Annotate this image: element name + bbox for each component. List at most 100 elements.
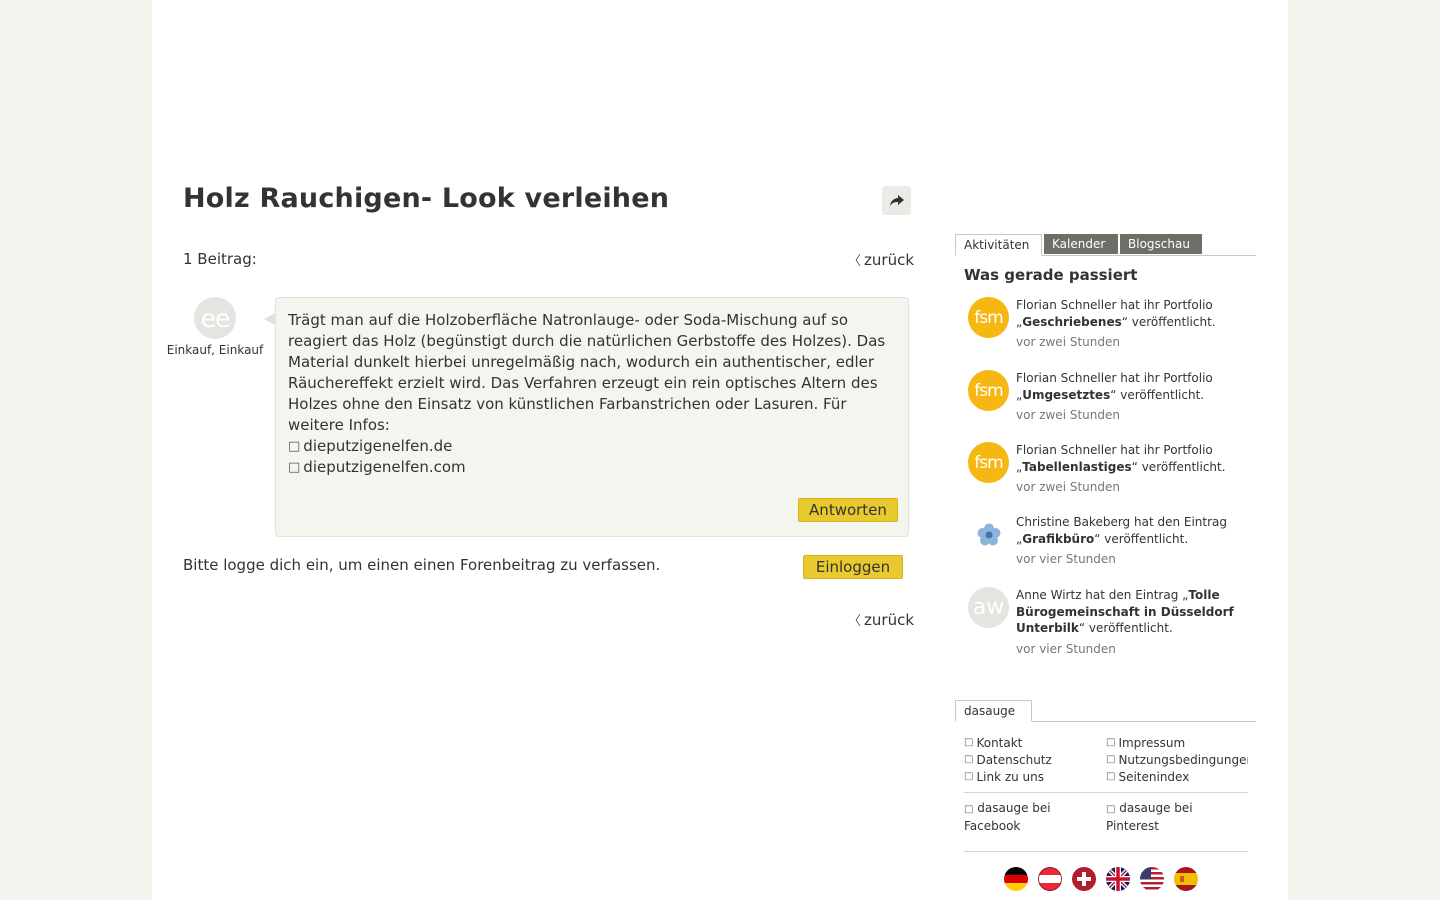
activity-time: vor vier Stunden [1016, 552, 1116, 566]
footer-link-label: Kontakt [976, 735, 1023, 750]
fsm-logo-icon: fsm [974, 307, 1003, 328]
activity-item: fsm Florian Schneller hat ihr Portfolio … [968, 297, 1258, 357]
footer-link-nutzungsbedingungen[interactable]: □ Nutzungsbedingungen [1106, 751, 1248, 768]
divider [964, 792, 1248, 793]
page: Holz Rauchigen- Look verleihen 1 Beitrag… [152, 0, 1288, 900]
flag-germany-icon[interactable] [1004, 867, 1028, 891]
back-arrow-icon: 〈 [848, 614, 862, 629]
reply-button[interactable]: Antworten [798, 498, 898, 522]
activity-text: Anne Wirtz hat den Eintrag „Tolle Büroge… [1016, 587, 1252, 657]
pinterest-link-label: dasauge bei Pinterest [1106, 801, 1193, 833]
facebook-link[interactable]: □ dasauge bei Facebook [964, 800, 1099, 835]
avatar[interactable] [968, 514, 1009, 555]
activity-item-link[interactable]: Grafikbüro [1022, 532, 1094, 546]
activity-suffix: “ veröffentlicht. [1094, 531, 1189, 546]
footer-link-kontakt[interactable]: □ Kontakt [964, 734, 1106, 751]
back-arrow-icon: 〈 [848, 254, 862, 269]
activity-item: fsm Florian Schneller hat ihr Portfolio … [968, 442, 1258, 502]
post-pointer [264, 313, 275, 325]
footer-link-link-zu-uns[interactable]: □ Link zu uns [964, 768, 1106, 785]
divider [964, 851, 1248, 852]
footer-link-label: Impressum [1118, 735, 1186, 750]
footer-link-seitenindex[interactable]: □ Seitenindex [1106, 768, 1248, 785]
flag-switzerland-icon[interactable] [1072, 867, 1096, 891]
site-tabs: dasauge [955, 700, 1256, 722]
back-link-label: zurück [864, 250, 915, 269]
activity-time: vor zwei Stunden [1016, 335, 1120, 349]
share-button[interactable] [882, 186, 911, 215]
link-icon: □ [1106, 754, 1116, 765]
activity-suffix: “ veröffentlicht. [1110, 387, 1205, 402]
avatar[interactable]: ee [194, 297, 236, 339]
facebook-link-label: dasauge bei Facebook [964, 801, 1051, 833]
tab-blogschau[interactable]: Blogschau [1120, 234, 1202, 254]
activity-text: Florian Schneller hat ihr Portfolio „Umg… [1016, 370, 1252, 424]
activity-item-link[interactable]: Tabellenlastiges [1022, 460, 1131, 474]
post-link-2[interactable]: □ dieputzigenelfen.com [288, 457, 898, 478]
tab-dasauge[interactable]: dasauge [955, 700, 1032, 722]
link-icon: □ [1106, 771, 1116, 782]
page-title: Holz Rauchigen- Look verleihen [183, 183, 670, 214]
post-link-label: dieputzigenelfen.de [303, 437, 453, 455]
link-icon: □ [964, 754, 974, 765]
post-body: Trägt man auf die Holzoberfläche Natronl… [288, 310, 898, 478]
flag-spain-icon[interactable] [1174, 867, 1198, 891]
pinterest-icon: □ [1106, 804, 1116, 815]
fsm-logo-icon: fsm [974, 380, 1003, 401]
activity-time: vor vier Stunden [1016, 641, 1116, 656]
footer-link-label: Link zu uns [976, 769, 1045, 784]
flag-austria-icon[interactable] [1038, 867, 1062, 891]
flag-uk-icon[interactable] [1106, 867, 1130, 891]
tab-kalender[interactable]: Kalender [1044, 234, 1118, 254]
avatar[interactable]: fsm [968, 442, 1009, 483]
activity-suffix: “ veröffentlicht. [1131, 459, 1226, 474]
activity-suffix: “ veröffentlicht. [1078, 621, 1173, 635]
login-button[interactable]: Einloggen [803, 555, 903, 579]
footer-link-impressum[interactable]: □ Impressum [1106, 734, 1248, 751]
footer-links-left: □ Kontakt □ Datenschutz □ Link zu uns [964, 734, 1106, 785]
activity-text: Christine Bakeberg hat den Eintrag „Graf… [1016, 514, 1252, 568]
login-prompt: Bitte logge dich ein, um einen einen For… [183, 556, 661, 574]
language-flags [1004, 867, 1198, 891]
post-author: ee Einkauf, Einkauf [166, 297, 264, 357]
pinterest-link[interactable]: □ dasauge bei Pinterest [1106, 800, 1241, 835]
footer-link-label: Datenschutz [976, 752, 1052, 767]
author-name[interactable]: Einkauf, Einkauf [166, 343, 264, 357]
avatar[interactable]: fsm [968, 297, 1009, 338]
link-icon: □ [1106, 737, 1116, 748]
sidebar-tabs: Aktivitäten Kalender Blogschau [955, 234, 1256, 256]
back-link-bottom[interactable]: 〈 zurück [848, 610, 915, 630]
avatar-initials: ee [200, 303, 231, 333]
footer-links-right: □ Impressum □ Nutzungsbedingungen □ Seiteni… [1106, 734, 1248, 785]
post-count: 1 Beitrag: [183, 250, 257, 268]
external-link-icon: □ [288, 460, 301, 475]
activity-item: aw Anne Wirtz hat den Eintrag „Tolle Bür… [968, 587, 1258, 657]
flag-usa-icon[interactable] [1140, 867, 1164, 891]
activity-item: fsm Florian Schneller hat ihr Portfolio … [968, 370, 1258, 430]
share-icon [889, 194, 904, 206]
activity-item-link[interactable]: Geschriebenes [1022, 315, 1122, 329]
back-link-label: zurück [864, 610, 915, 629]
back-link-top[interactable]: 〈 zurück [848, 250, 915, 270]
link-icon: □ [964, 771, 974, 782]
avatar[interactable]: aw [968, 587, 1009, 628]
forum-post: Trägt man auf die Holzoberfläche Natronl… [275, 297, 909, 537]
tab-aktivitaeten[interactable]: Aktivitäten [955, 234, 1042, 256]
activity-suffix: “ veröffentlicht. [1121, 314, 1216, 329]
activity-time: vor zwei Stunden [1016, 408, 1120, 422]
avatar-initials-aw: aw [972, 595, 1005, 620]
flower-icon [977, 523, 1000, 545]
activity-item-link[interactable]: Umgesetztes [1022, 388, 1110, 402]
activity-text: Florian Schneller hat ihr Portfolio „Tab… [1016, 442, 1252, 496]
external-link-icon: □ [288, 439, 301, 454]
avatar[interactable]: fsm [968, 370, 1009, 411]
footer-link-datenschutz[interactable]: □ Datenschutz [964, 751, 1106, 768]
link-icon: □ [964, 737, 974, 748]
post-link-1[interactable]: □ dieputzigenelfen.de [288, 436, 898, 457]
activity-text: Florian Schneller hat ihr Portfolio „Ges… [1016, 297, 1252, 351]
activity-item: Christine Bakeberg hat den Eintrag „Graf… [968, 514, 1258, 574]
activity-prefix: Anne Wirtz hat den Eintrag „ [1016, 588, 1189, 602]
post-body-text: Trägt man auf die Holzoberfläche Natronl… [288, 311, 886, 434]
activity-heading: Was gerade passiert [964, 266, 1138, 284]
activity-time: vor zwei Stunden [1016, 480, 1120, 494]
